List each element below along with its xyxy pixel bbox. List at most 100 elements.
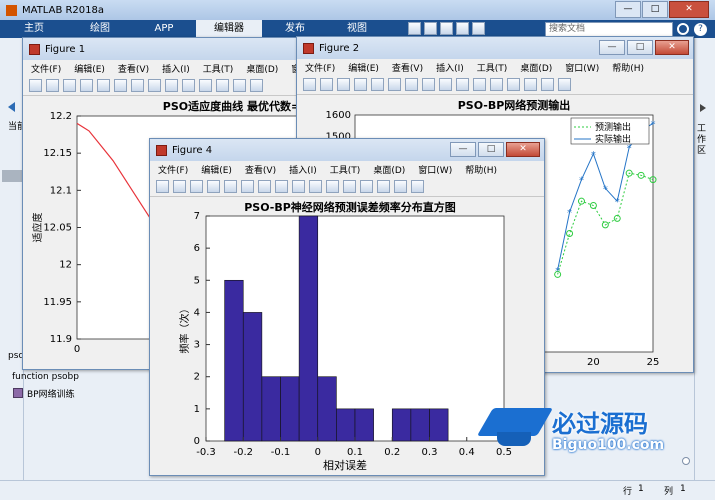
zoom-out-icon[interactable]: [405, 78, 418, 91]
brush-icon[interactable]: [473, 78, 486, 91]
menu-view[interactable]: 查看(V): [392, 61, 423, 74]
cut-icon[interactable]: [424, 22, 437, 35]
menu-file[interactable]: 文件(F): [31, 62, 61, 75]
minimize-button[interactable]: —: [615, 1, 641, 18]
menu-view[interactable]: 查看(V): [118, 62, 149, 75]
menu-insert[interactable]: 插入(I): [289, 163, 317, 176]
dock-icon[interactable]: [411, 180, 424, 193]
save-icon[interactable]: [190, 180, 203, 193]
menu-desktop[interactable]: 桌面(D): [373, 163, 405, 176]
undo-icon[interactable]: [456, 22, 469, 35]
menu-insert[interactable]: 插入(I): [162, 62, 190, 75]
save-icon[interactable]: [63, 79, 76, 92]
menu-window[interactable]: 窗口(W): [418, 163, 452, 176]
menu-tools[interactable]: 工具(T): [203, 62, 234, 75]
colorbar-icon[interactable]: [233, 79, 246, 92]
pointer-icon[interactable]: [97, 79, 110, 92]
maximize-button[interactable]: □: [642, 1, 668, 18]
zoom-in-icon[interactable]: [241, 180, 254, 193]
open-icon[interactable]: [46, 79, 59, 92]
search-icon[interactable]: [677, 23, 689, 35]
data-cursor-icon[interactable]: [182, 79, 195, 92]
link-icon[interactable]: [490, 78, 503, 91]
save-icon[interactable]: [337, 78, 350, 91]
maximize-button[interactable]: □: [627, 40, 653, 55]
open-icon[interactable]: [173, 180, 186, 193]
pan-icon[interactable]: [148, 79, 161, 92]
menu-file[interactable]: 文件(F): [305, 61, 335, 74]
pan-icon[interactable]: [275, 180, 288, 193]
tab-editor[interactable]: 编辑器: [196, 20, 262, 38]
tab-home[interactable]: 主页: [0, 20, 68, 38]
close-button[interactable]: ✕: [655, 40, 689, 55]
doc-search[interactable]: 搜索文档: [545, 22, 673, 37]
collapse-arrow-icon[interactable]: [700, 104, 706, 112]
legend-icon[interactable]: [250, 79, 263, 92]
brush-icon[interactable]: [199, 79, 212, 92]
hide-tools-icon[interactable]: [541, 78, 554, 91]
menu-help[interactable]: 帮助(H): [465, 163, 497, 176]
link-icon[interactable]: [343, 180, 356, 193]
close-button[interactable]: ✕: [669, 1, 709, 18]
data-cursor-icon[interactable]: [309, 180, 322, 193]
print-icon[interactable]: [354, 78, 367, 91]
rotate-icon[interactable]: [439, 78, 452, 91]
menu-tools[interactable]: 工具(T): [477, 61, 508, 74]
save-icon[interactable]: [408, 22, 421, 35]
matlab-logo-icon: [6, 4, 17, 16]
pointer-icon[interactable]: [371, 78, 384, 91]
figure-2-titlebar[interactable]: Figure 2 — □ ✕: [297, 37, 693, 59]
print-icon[interactable]: [80, 79, 93, 92]
redo-icon[interactable]: [472, 22, 485, 35]
copy-icon[interactable]: [440, 22, 453, 35]
menu-window[interactable]: 窗口(W): [565, 61, 599, 74]
menu-help[interactable]: 帮助(H): [612, 61, 644, 74]
figure-1-titlebar[interactable]: Figure 1: [23, 38, 324, 60]
open-icon[interactable]: [320, 78, 333, 91]
minimize-button[interactable]: —: [450, 142, 476, 157]
link-icon[interactable]: [216, 79, 229, 92]
menu-desktop[interactable]: 桌面(D): [520, 61, 552, 74]
file-item-icon[interactable]: [13, 388, 23, 398]
legend-label: 实际输出: [595, 133, 631, 145]
data-cursor-icon[interactable]: [456, 78, 469, 91]
new-figure-icon[interactable]: [156, 180, 169, 193]
zoom-out-icon[interactable]: [131, 79, 144, 92]
dock-icon[interactable]: [558, 78, 571, 91]
colorbar-icon[interactable]: [360, 180, 373, 193]
menu-edit[interactable]: 编辑(E): [74, 62, 105, 75]
close-button[interactable]: ✕: [506, 142, 540, 157]
brush-icon[interactable]: [326, 180, 339, 193]
figure-4-titlebar[interactable]: Figure 4 — □ ✕: [150, 139, 544, 161]
menu-insert[interactable]: 插入(I): [436, 61, 464, 74]
legend-icon[interactable]: [377, 180, 390, 193]
help-icon[interactable]: ?: [694, 23, 707, 36]
zoom-in-icon[interactable]: [388, 78, 401, 91]
pointer-icon[interactable]: [224, 180, 237, 193]
tab-plots[interactable]: 绘图: [68, 20, 132, 38]
back-arrow-icon[interactable]: [8, 102, 15, 112]
menu-file[interactable]: 文件(F): [158, 163, 188, 176]
minimize-button[interactable]: —: [599, 40, 625, 55]
new-figure-icon[interactable]: [29, 79, 42, 92]
tab-apps[interactable]: APP: [132, 20, 196, 38]
menu-view[interactable]: 查看(V): [245, 163, 276, 176]
menu-edit[interactable]: 编辑(E): [201, 163, 232, 176]
legend-icon[interactable]: [524, 78, 537, 91]
rotate-icon[interactable]: [292, 180, 305, 193]
search-input[interactable]: 搜索文档: [549, 24, 585, 34]
zoom-out-icon[interactable]: [258, 180, 271, 193]
menu-desktop[interactable]: 桌面(D): [246, 62, 278, 75]
zoom-in-icon[interactable]: [114, 79, 127, 92]
pan-icon[interactable]: [422, 78, 435, 91]
y-tick-label: 12.1: [50, 185, 72, 196]
maximize-button[interactable]: □: [478, 142, 504, 157]
menu-tools[interactable]: 工具(T): [330, 163, 361, 176]
colorbar-icon[interactable]: [507, 78, 520, 91]
file-item-label[interactable]: BP网络训练: [27, 387, 75, 400]
print-icon[interactable]: [207, 180, 220, 193]
new-figure-icon[interactable]: [303, 78, 316, 91]
menu-edit[interactable]: 编辑(E): [348, 61, 379, 74]
hide-tools-icon[interactable]: [394, 180, 407, 193]
rotate-icon[interactable]: [165, 79, 178, 92]
